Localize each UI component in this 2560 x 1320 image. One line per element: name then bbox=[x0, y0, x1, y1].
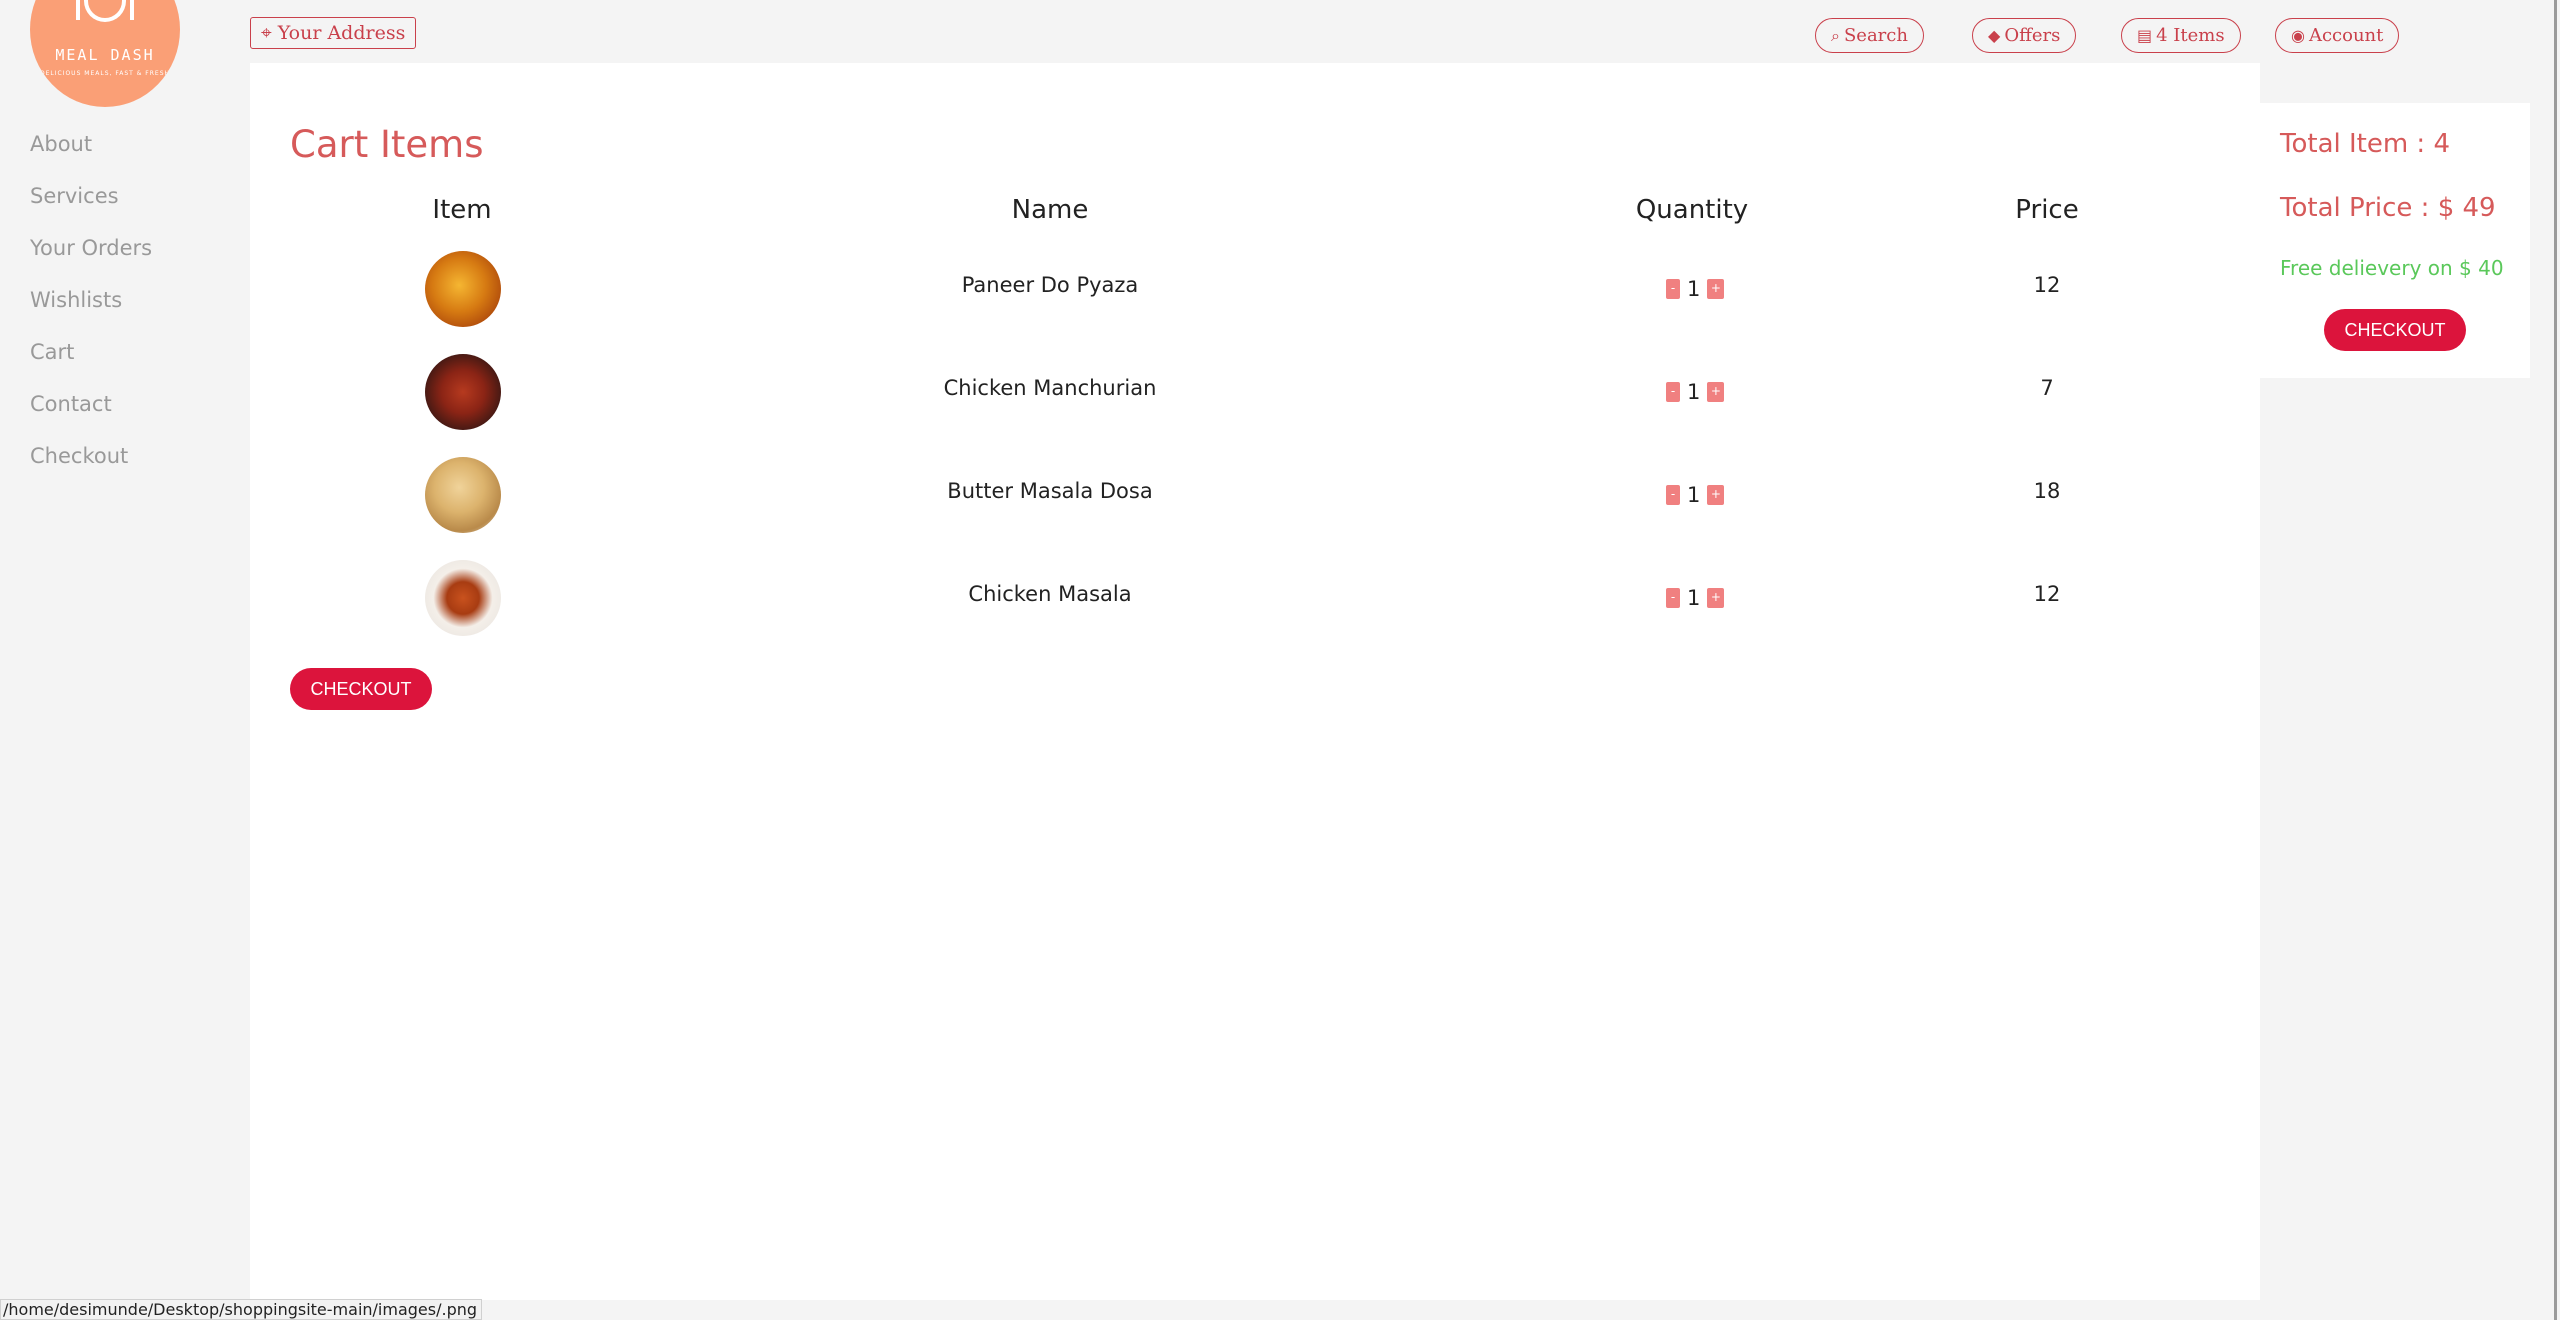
increase-quantity-button[interactable]: + bbox=[1707, 382, 1725, 402]
item-price: 7 bbox=[2040, 376, 2054, 400]
column-header-item: Item bbox=[432, 195, 492, 225]
search-button[interactable]: ⌕ Search bbox=[1815, 18, 1924, 53]
decrease-quantity-button[interactable]: - bbox=[1666, 485, 1680, 505]
sidebar-item-cart[interactable]: Cart bbox=[30, 336, 152, 388]
quantity-stepper: - 1 + bbox=[1666, 380, 1725, 404]
offers-label: Offers bbox=[2004, 24, 2061, 46]
item-name: Paneer Do Pyaza bbox=[961, 273, 1139, 297]
summary-checkout-button[interactable]: CHECKOUT bbox=[2324, 309, 2466, 351]
sidebar-item-checkout[interactable]: Checkout bbox=[30, 440, 152, 492]
chicken-masala-image bbox=[425, 560, 501, 636]
quantity-value: 1 bbox=[1687, 277, 1701, 301]
decrease-quantity-button[interactable]: - bbox=[1666, 382, 1680, 402]
increase-quantity-button[interactable]: + bbox=[1707, 485, 1725, 505]
item-name: Butter Masala Dosa bbox=[947, 479, 1153, 503]
offers-button[interactable]: ◆ Offers bbox=[1972, 18, 2077, 53]
column-header-price: Price bbox=[2015, 195, 2079, 225]
fork-icon bbox=[76, 0, 80, 20]
sidebar-item-your-orders[interactable]: Your Orders bbox=[30, 232, 152, 284]
item-price: 12 bbox=[2033, 582, 2061, 606]
cart-icon: ▤ bbox=[2137, 25, 2153, 45]
quantity-stepper: - 1 + bbox=[1666, 586, 1725, 610]
knife-icon bbox=[130, 0, 134, 20]
total-items: Total Item : 4 bbox=[2280, 129, 2451, 159]
tags-icon: ◆ bbox=[1988, 25, 2001, 45]
logo-tagline: DELICIOUS MEALS, FAST & FRESH bbox=[39, 70, 171, 77]
scrollbar-thumb[interactable] bbox=[2554, 0, 2557, 1320]
item-name: Chicken Manchurian bbox=[943, 376, 1157, 400]
quantity-value: 1 bbox=[1687, 380, 1701, 404]
status-bar-url: /home/desimunde/Desktop/shoppingsite-mai… bbox=[0, 1299, 483, 1320]
item-price: 18 bbox=[2033, 479, 2061, 503]
quantity-stepper: - 1 + bbox=[1666, 483, 1725, 507]
cart-button[interactable]: ▤ 4 Items bbox=[2121, 18, 2241, 53]
checkout-button[interactable]: CHECKOUT bbox=[290, 668, 432, 710]
decrease-quantity-button[interactable]: - bbox=[1666, 588, 1680, 608]
sidebar-item-about[interactable]: About bbox=[30, 128, 152, 180]
increase-quantity-button[interactable]: + bbox=[1707, 279, 1725, 299]
map-marker-icon: ⌖ bbox=[261, 22, 272, 44]
table-row: Chicken Masala - 1 + 12 bbox=[250, 560, 2260, 640]
quantity-stepper: - 1 + bbox=[1666, 277, 1725, 301]
paneer-do-pyaza-image bbox=[425, 251, 501, 327]
increase-quantity-button[interactable]: + bbox=[1707, 588, 1725, 608]
butter-masala-dosa-image bbox=[425, 457, 501, 533]
page-title: Cart Items bbox=[290, 123, 484, 166]
sidebar-item-contact[interactable]: Contact bbox=[30, 388, 152, 440]
account-label: Account bbox=[2308, 24, 2384, 46]
order-summary: Total Item : 4 Total Price : $ 49 Free d… bbox=[2260, 103, 2530, 378]
item-price: 12 bbox=[2033, 273, 2061, 297]
free-delivery-note: Free delievery on $ 40 bbox=[2280, 256, 2504, 280]
address-label: Your Address bbox=[277, 22, 406, 44]
side-nav: About Services Your Orders Wishlists Car… bbox=[30, 128, 152, 492]
total-price: Total Price : $ 49 bbox=[2280, 193, 2496, 223]
cart-panel: Cart Items Item Name Quantity Price Pane… bbox=[250, 63, 2260, 1300]
meal-dash-logo[interactable]: MEAL DASH DELICIOUS MEALS, FAST & FRESH bbox=[30, 0, 180, 107]
sidebar-item-services[interactable]: Services bbox=[30, 180, 152, 232]
quantity-value: 1 bbox=[1687, 483, 1701, 507]
quantity-value: 1 bbox=[1687, 586, 1701, 610]
account-button[interactable]: ◉ Account bbox=[2275, 18, 2400, 53]
user-circle-icon: ◉ bbox=[2291, 25, 2305, 45]
table-row: Butter Masala Dosa - 1 + 18 bbox=[250, 457, 2260, 537]
chicken-manchurian-image bbox=[425, 354, 501, 430]
sidebar: MEAL DASH DELICIOUS MEALS, FAST & FRESH … bbox=[0, 0, 250, 1320]
table-row: Paneer Do Pyaza - 1 + 12 bbox=[250, 251, 2260, 331]
cart-label: 4 Items bbox=[2156, 24, 2225, 46]
address-button[interactable]: ⌖ Your Address bbox=[250, 17, 417, 49]
plate-icon bbox=[84, 0, 126, 22]
item-name: Chicken Masala bbox=[968, 582, 1132, 606]
search-label: Search bbox=[1843, 24, 1908, 46]
column-header-quantity: Quantity bbox=[1635, 195, 1749, 225]
search-icon: ⌕ bbox=[1831, 25, 1840, 45]
sidebar-item-wishlists[interactable]: Wishlists bbox=[30, 284, 152, 336]
logo-text: MEAL DASH bbox=[55, 46, 155, 64]
table-row: Chicken Manchurian - 1 + 7 bbox=[250, 354, 2260, 434]
decrease-quantity-button[interactable]: - bbox=[1666, 279, 1680, 299]
column-header-name: Name bbox=[1011, 195, 1089, 225]
